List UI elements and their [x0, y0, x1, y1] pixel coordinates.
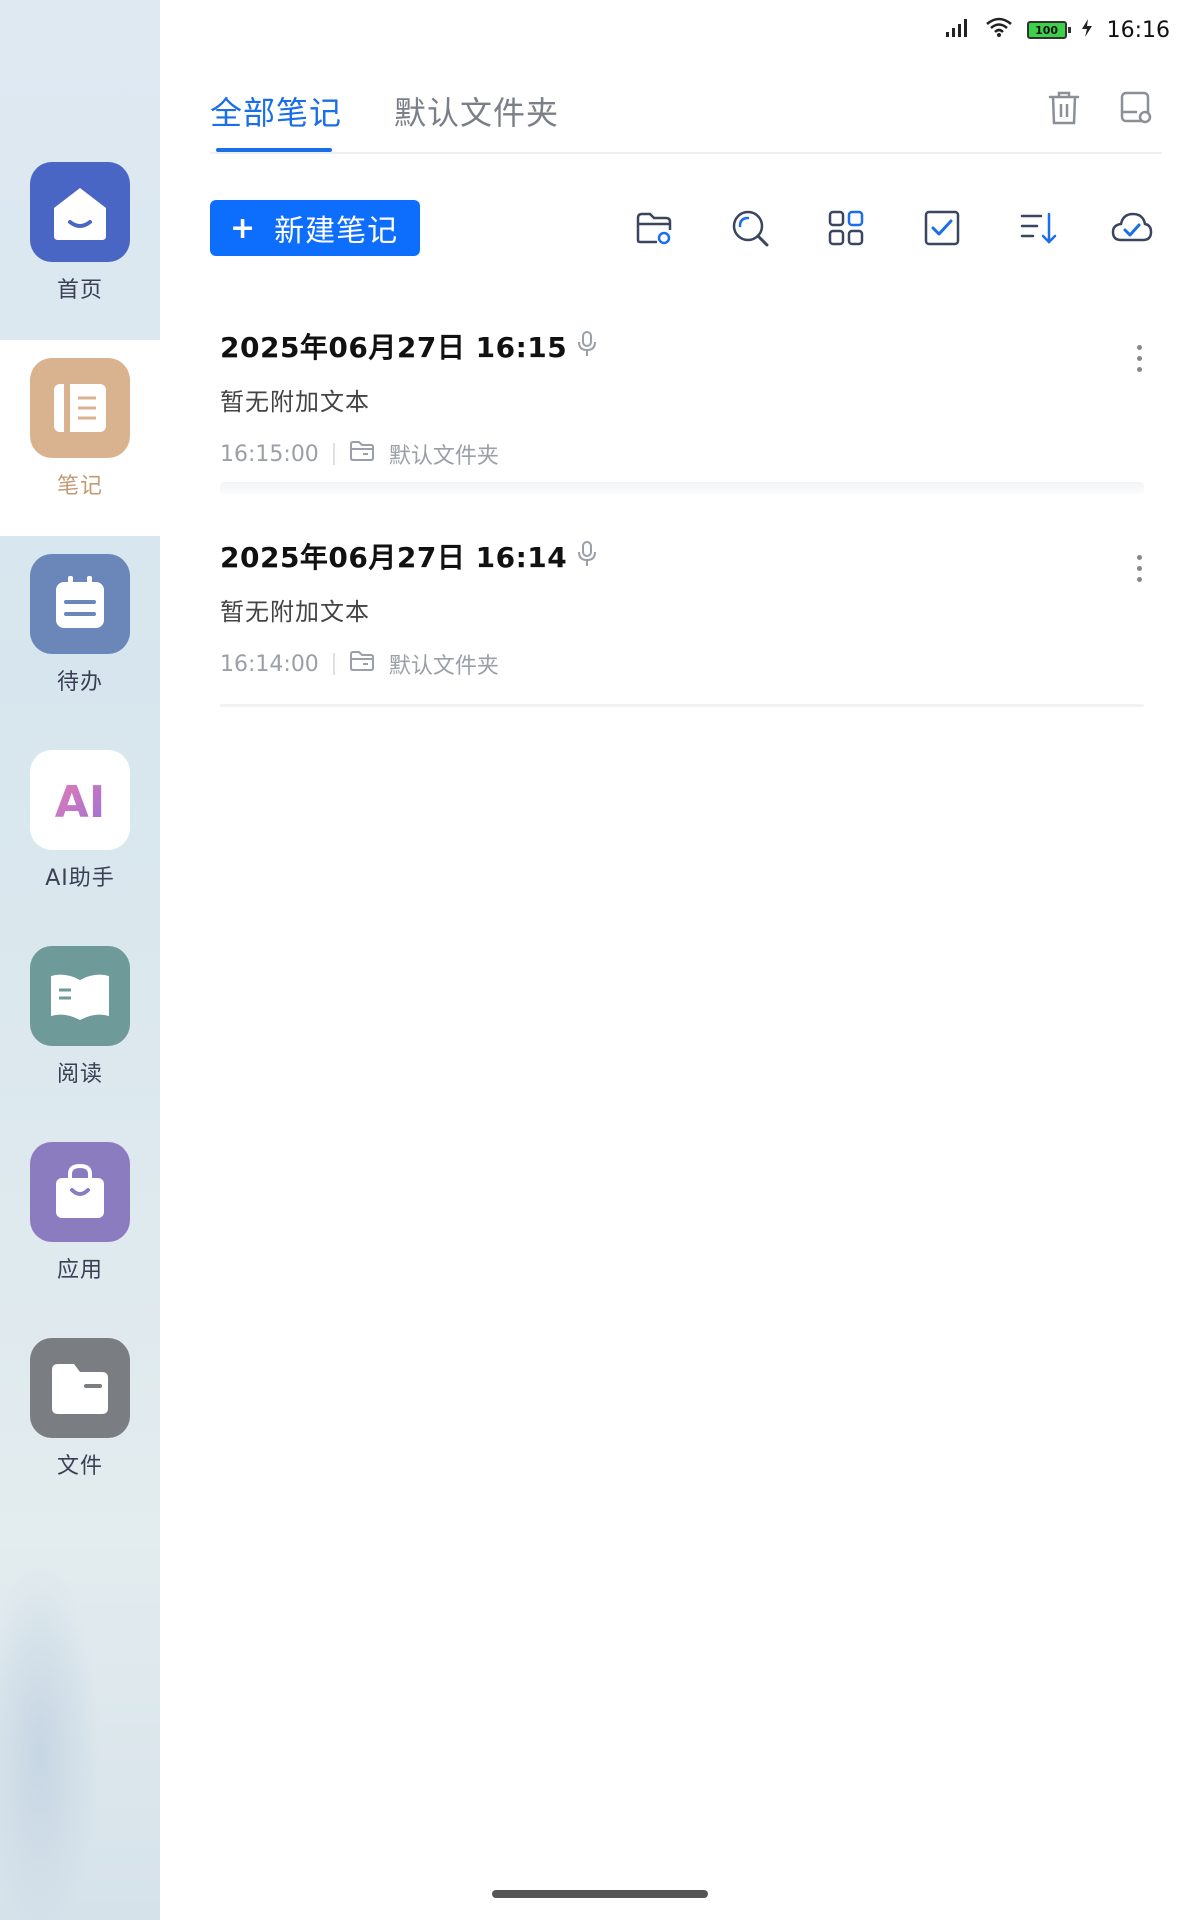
plus-icon: + [230, 210, 257, 246]
home-indicator[interactable] [492, 1890, 708, 1898]
folder-outline-icon [349, 650, 375, 678]
microphone-icon [577, 330, 597, 362]
book-icon [30, 946, 130, 1046]
note-folder: 默认文件夹 [388, 444, 499, 469]
notebook-icon [30, 358, 130, 458]
sidebar-item-todo[interactable]: 待办 [0, 536, 160, 732]
todo-icon [30, 554, 130, 654]
tab-bar: 全部笔记 默认文件夹 [210, 88, 559, 134]
select-checkbox-icon[interactable] [920, 206, 964, 250]
clock-time: 16:16 [1106, 17, 1170, 43]
meta-divider [332, 443, 335, 465]
new-note-button[interactable]: + 新建笔记 [210, 200, 420, 256]
trash-icon[interactable] [1044, 88, 1084, 128]
note-item[interactable]: 2025年06月27日 16:15 暂无附加文本 16:15:00 默认文件夹 [210, 326, 1160, 526]
tab-default-folder[interactable]: 默认文件夹 [394, 88, 559, 134]
note-time: 16:15:00 [220, 441, 319, 467]
bag-icon [30, 1142, 130, 1242]
note-folder: 默认文件夹 [388, 654, 499, 679]
note-title: 2025年06月27日 16:14 [220, 541, 568, 574]
new-folder-icon[interactable] [632, 206, 676, 250]
search-icon[interactable] [728, 206, 772, 250]
wifi-icon [985, 16, 1013, 44]
sort-icon[interactable] [1016, 206, 1060, 250]
more-options-icon[interactable] [1124, 546, 1154, 590]
status-bar: 100 16:16 [945, 14, 1170, 46]
tab-all-notes[interactable]: 全部笔记 [210, 88, 342, 134]
sidebar-item-label: 首页 [56, 278, 103, 303]
sidebar: 首页 笔记 待办 AI AI助手 阅读 应用 文件 [0, 0, 160, 1920]
sidebar-item-notes[interactable]: 笔记 [0, 340, 160, 536]
grid-view-icon[interactable] [824, 206, 868, 250]
sidebar-item-label: AI助手 [45, 866, 115, 891]
meta-divider [332, 653, 335, 675]
new-note-label: 新建笔记 [274, 214, 399, 249]
battery-icon: 100 [1026, 21, 1071, 39]
note-divider [220, 482, 1144, 494]
sidebar-item-home[interactable]: 首页 [0, 144, 160, 340]
sidebar-item-reading[interactable]: 阅读 [0, 928, 160, 1124]
signal-icon [945, 16, 971, 44]
microphone-icon [577, 540, 597, 572]
more-options-icon[interactable] [1124, 336, 1154, 380]
header-divider [210, 152, 1162, 154]
note-item[interactable]: 2025年06月27日 16:14 暂无附加文本 16:14:00 默认文件夹 [210, 536, 1160, 736]
folder-icon [30, 1338, 130, 1438]
sidebar-item-label: 阅读 [56, 1062, 103, 1087]
folder-settings-icon[interactable] [1116, 88, 1156, 128]
home-icon [30, 162, 130, 262]
ai-icon: AI [30, 750, 130, 850]
sidebar-item-label: 文件 [56, 1454, 103, 1479]
note-body: 暂无附加文本 [220, 388, 370, 416]
sidebar-item-files[interactable]: 文件 [0, 1320, 160, 1516]
note-divider [220, 704, 1144, 707]
note-time: 16:14:00 [220, 651, 319, 677]
sidebar-item-label: 待办 [56, 670, 103, 695]
folder-outline-icon [349, 440, 375, 468]
note-title: 2025年06月27日 16:15 [220, 331, 568, 364]
sidebar-item-apps[interactable]: 应用 [0, 1124, 160, 1320]
cloud-sync-icon[interactable] [1110, 206, 1154, 250]
sidebar-item-label: 应用 [56, 1258, 103, 1283]
svg-text:AI: AI [55, 777, 105, 825]
charging-icon [1081, 18, 1093, 43]
sidebar-item-ai[interactable]: AI AI助手 [0, 732, 160, 928]
sidebar-item-label: 笔记 [56, 474, 103, 499]
note-body: 暂无附加文本 [220, 598, 370, 626]
